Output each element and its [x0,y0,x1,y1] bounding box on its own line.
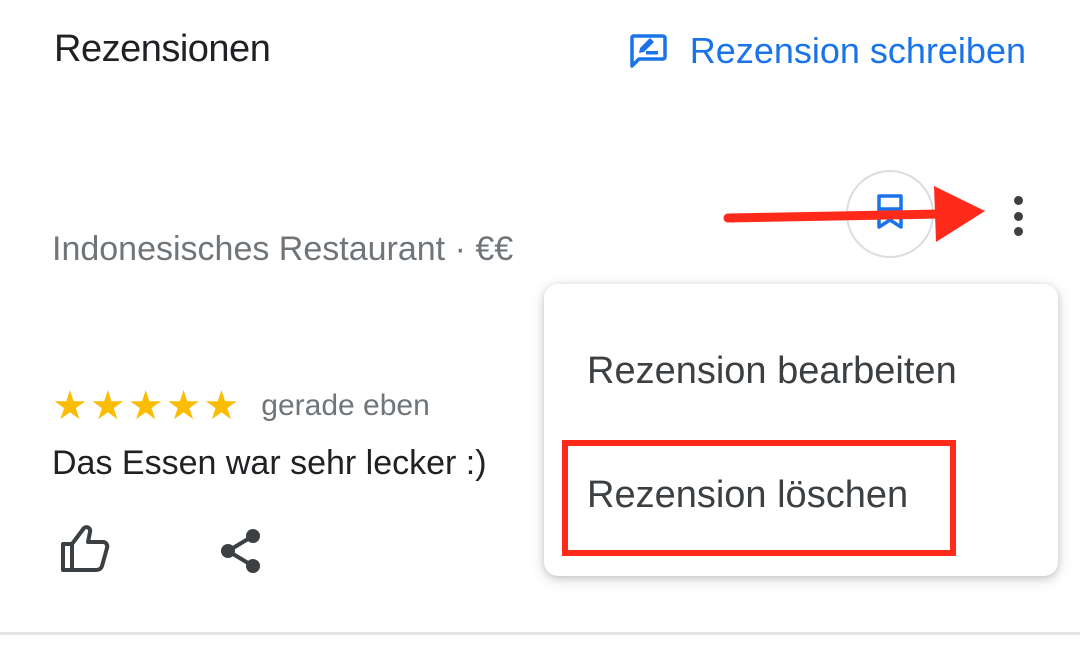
star-icon: ★ [203,383,240,429]
more-options-button[interactable] [1000,192,1036,240]
more-vert-icon-dot [1013,196,1023,205]
write-review-label: Rezension schreiben [689,30,1026,71]
share-icon [218,529,264,580]
review-text: Das Essen war sehr lecker :) [52,444,487,482]
reviews-panel: Rezensionen Rezension schreiben Indonesi… [0,0,1080,650]
arrow-right-icon [720,180,990,265]
divider [0,632,1080,635]
edit-review-icon [628,33,668,69]
star-icon: ★ [127,383,164,429]
star-icon: ★ [52,383,88,429]
review-time: gerade eben [261,389,430,422]
like-button[interactable] [58,522,112,576]
more-vert-icon-dot [1013,211,1023,221]
share-button[interactable] [218,526,264,576]
write-review-button[interactable]: Rezension schreiben [628,30,1026,72]
more-vert-icon-dot [1013,227,1023,236]
thumb-up-icon [58,525,112,580]
highlight-annotation-box [562,440,956,556]
page-title: Rezensionen [54,28,271,70]
star-icon: ★ [165,383,202,429]
place-subtitle: Indonesisches Restaurant · €€ [52,230,514,268]
star-icon: ★ [89,383,126,429]
review-rating-row: ★ ★ ★ ★ ★ gerade eben [52,386,430,426]
star-rating: ★ ★ ★ ★ ★ [52,386,239,426]
menu-item-edit-review[interactable]: Rezension bearbeiten [587,350,957,393]
